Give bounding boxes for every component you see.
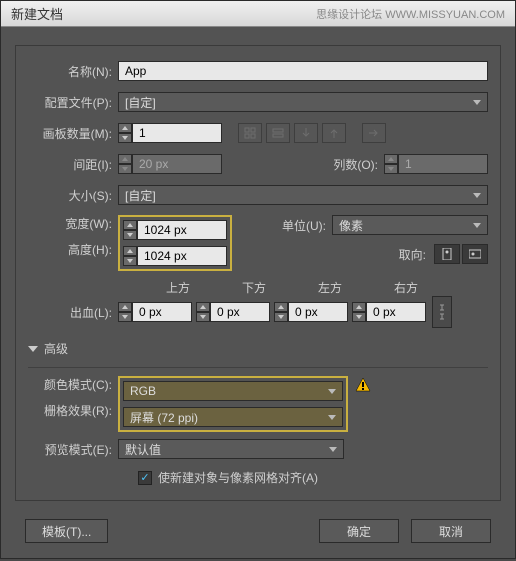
height-input[interactable]	[137, 246, 227, 266]
triangle-down-icon	[28, 346, 38, 352]
bleed-bottom-input[interactable]	[210, 302, 270, 322]
profile-dropdown[interactable]: [自定]	[118, 92, 488, 112]
orientation-portrait[interactable]	[434, 244, 460, 264]
columns-input	[398, 154, 488, 174]
ok-button[interactable]: 确定	[319, 519, 399, 543]
arrow-up-icon	[322, 123, 346, 143]
columns-label: 列数(O):	[333, 156, 384, 173]
orientation-landscape[interactable]	[462, 244, 488, 264]
width-label: 宽度(W):	[28, 215, 118, 232]
columns-stepper	[384, 154, 398, 174]
spacing-label: 间距(I):	[28, 156, 118, 173]
profile-label: 配置文件(P):	[28, 94, 118, 111]
link-bleed-icon[interactable]	[432, 296, 452, 328]
raster-dropdown[interactable]: 屏幕 (72 ppi)	[123, 407, 343, 427]
align-pixel-label: 使新建对象与像素网格对齐(A)	[158, 469, 318, 486]
bleed-top-input[interactable]	[132, 302, 192, 322]
artboards-stepper[interactable]	[118, 123, 132, 143]
row-layout-icon	[266, 123, 290, 143]
colormode-dropdown[interactable]: RGB	[123, 381, 343, 401]
bleed-bottom-stepper[interactable]	[196, 302, 210, 322]
warning-icon	[354, 376, 372, 394]
height-stepper[interactable]	[123, 246, 137, 266]
artboards-input[interactable]	[132, 123, 222, 143]
width-input[interactable]	[137, 220, 227, 240]
units-dropdown[interactable]: 像素	[332, 215, 488, 235]
preview-dropdown[interactable]: 默认值	[118, 439, 344, 459]
bleed-headers: 上方 下方 左方 右方	[28, 279, 488, 296]
height-label: 高度(H):	[28, 241, 118, 258]
preview-label: 预览模式(E):	[28, 441, 118, 458]
grid-layout-icon	[238, 123, 262, 143]
units-label: 单位(U):	[282, 217, 332, 234]
cancel-button[interactable]: 取消	[411, 519, 491, 543]
size-dropdown[interactable]: [自定]	[118, 185, 488, 205]
watermark: 思缘设计论坛 WWW.MISSYUAN.COM	[316, 6, 505, 22]
name-label: 名称(N):	[28, 63, 118, 80]
width-stepper[interactable]	[123, 220, 137, 240]
advanced-highlight: RGB 屏幕 (72 ppi)	[118, 376, 348, 432]
bleed-top-stepper[interactable]	[118, 302, 132, 322]
titlebar: 新建文档 思缘设计论坛 WWW.MISSYUAN.COM	[1, 1, 515, 27]
bleed-right-stepper[interactable]	[352, 302, 366, 322]
arrow-right-icon	[362, 123, 386, 143]
artboards-label: 画板数量(M):	[28, 125, 118, 142]
align-pixel-checkbox[interactable]: ✓	[138, 471, 152, 485]
window-title: 新建文档	[11, 4, 63, 23]
size-label: 大小(S):	[28, 187, 118, 204]
bleed-right-input[interactable]	[366, 302, 426, 322]
arrow-down-icon	[294, 123, 318, 143]
spacing-input	[132, 154, 222, 174]
dimensions-highlight	[118, 215, 232, 271]
divider	[28, 367, 488, 368]
bleed-label: 出血(L):	[28, 304, 118, 321]
raster-label: 栅格效果(R):	[28, 402, 118, 419]
advanced-section-toggle[interactable]: 高级	[28, 340, 488, 357]
bleed-left-stepper[interactable]	[274, 302, 288, 322]
template-button[interactable]: 模板(T)...	[25, 519, 108, 543]
orientation-label: 取向:	[399, 246, 434, 263]
bleed-left-input[interactable]	[288, 302, 348, 322]
colormode-label: 颜色模式(C):	[28, 376, 118, 393]
name-input[interactable]	[118, 61, 488, 81]
spacing-stepper	[118, 154, 132, 174]
